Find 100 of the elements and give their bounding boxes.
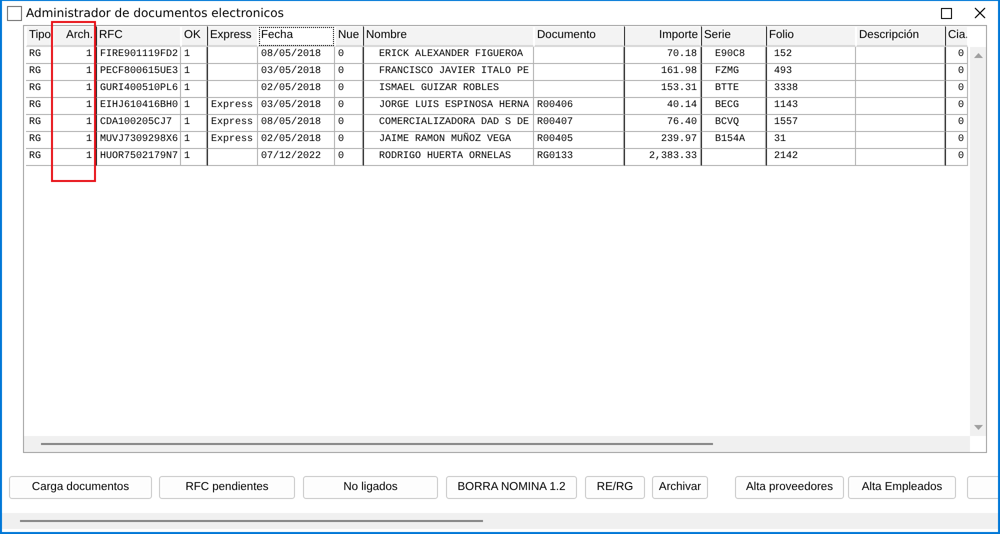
- table-cell: EIHJ610416BH0: [96, 98, 181, 115]
- column-header[interactable]: Arch.: [53, 26, 96, 47]
- table-cell: JORGE LUIS ESPINOSA HERNA: [363, 98, 534, 115]
- maximize-icon[interactable]: [941, 8, 952, 18]
- table-cell: 152: [766, 47, 856, 64]
- table-cell: 03/05/2018: [258, 98, 335, 115]
- table-cell: 0: [335, 115, 363, 132]
- window-title: Administrador de documentos electronicos: [26, 6, 284, 20]
- table-cell: R00407: [534, 115, 624, 132]
- table-cell: CDA100205CJ7: [96, 115, 181, 132]
- table-cell: Express: [207, 115, 258, 132]
- table-cell: B154A: [701, 132, 766, 149]
- column-header[interactable]: Descripción: [856, 26, 945, 47]
- table-cell: Express: [207, 98, 258, 115]
- table-cell: E90C8: [701, 47, 766, 64]
- column-header[interactable]: OK: [181, 26, 207, 47]
- table-cell: COMERCIALIZADORA DAD S DE: [363, 115, 534, 132]
- table-cell: 0: [945, 132, 968, 149]
- table-cell: 40.14: [624, 98, 701, 115]
- table-cell: FRANCISCO JAVIER ITALO PE: [363, 64, 534, 81]
- table-cell: 1: [181, 98, 207, 115]
- table-cell: RG0133: [534, 149, 624, 166]
- action-button[interactable]: Alta proveedores: [735, 476, 844, 498]
- column-header[interactable]: Folio: [766, 26, 856, 47]
- table-cell: BECG: [701, 98, 766, 115]
- column-header[interactable]: Nombre: [363, 26, 534, 47]
- horizontal-scrollbar[interactable]: [2, 513, 998, 529]
- action-button[interactable]: RE/RG: [585, 476, 645, 498]
- table-cell: 0: [335, 98, 363, 115]
- table-cell: ERICK ALEXANDER FIGUEROA: [363, 47, 534, 64]
- table-cell: 161.98: [624, 64, 701, 81]
- table-cell: 08/05/2018: [258, 115, 335, 132]
- table-cell: 2142: [766, 149, 856, 166]
- column-header[interactable]: RFC: [96, 26, 181, 47]
- table-cell: 1: [181, 115, 207, 132]
- table-cell: 493: [766, 64, 856, 81]
- horizontal-scrollbar[interactable]: [24, 436, 970, 452]
- action-button[interactable]: [967, 476, 998, 498]
- table-cell: 1143: [766, 98, 856, 115]
- table-cell: R00406: [534, 98, 624, 115]
- table-cell: 1: [181, 81, 207, 98]
- table-cell: RG: [26, 132, 53, 149]
- column-header[interactable]: Serie: [701, 26, 766, 47]
- scroll-down-icon[interactable]: [974, 425, 982, 430]
- table-cell: 1: [53, 98, 96, 115]
- close-icon[interactable]: [974, 7, 986, 19]
- column-header[interactable]: Nue: [335, 26, 363, 47]
- vertical-scrollbar[interactable]: [970, 47, 986, 436]
- table-cell: HUOR7502179N7: [96, 149, 181, 166]
- column-header[interactable]: Documento: [534, 26, 624, 47]
- window-icon: [7, 6, 22, 20]
- table-cell: 07/12/2022: [258, 149, 335, 166]
- table-cell: GURI400510PL6: [96, 81, 181, 98]
- table-cell: 1: [53, 115, 96, 132]
- scrollbar-thumb[interactable]: [20, 520, 483, 522]
- table-cell: 0: [335, 149, 363, 166]
- table-cell: RODRIGO HUERTA ORNELAS: [363, 149, 534, 166]
- table-cell: 0: [335, 81, 363, 98]
- action-button[interactable]: RFC pendientes: [159, 476, 295, 498]
- column-header[interactable]: Fecha: [258, 26, 335, 47]
- table-cell: 1: [181, 132, 207, 149]
- table-cell: R00405: [534, 132, 624, 149]
- table-cell: 1: [53, 132, 96, 149]
- table-cell: 31: [766, 132, 856, 149]
- table-cell: 3338: [766, 81, 856, 98]
- table-cell: 0: [945, 81, 968, 98]
- table-cell: 1: [53, 81, 96, 98]
- table-cell: RG: [26, 98, 53, 115]
- action-button[interactable]: Carga documentos: [9, 476, 152, 498]
- action-button[interactable]: Alta Empleados: [848, 476, 956, 498]
- table-cell: 1: [181, 47, 207, 64]
- scroll-up-icon[interactable]: [974, 53, 982, 58]
- table-cell: Express: [207, 132, 258, 149]
- scrollbar-thumb[interactable]: [41, 443, 713, 445]
- table-cell: 0: [945, 47, 968, 64]
- table-cell: RG: [26, 149, 53, 166]
- table-cell: 0: [335, 47, 363, 64]
- table-cell: 0: [945, 64, 968, 81]
- table-cell: 0: [945, 98, 968, 115]
- table-cell: 02/05/2018: [258, 81, 335, 98]
- table-cell: RG: [26, 81, 53, 98]
- action-button[interactable]: No ligados: [303, 476, 438, 498]
- action-button[interactable]: Archivar: [652, 476, 708, 498]
- table-cell: FIRE901119FD2: [96, 47, 181, 64]
- table-cell: RG: [26, 47, 53, 64]
- table-cell: 239.97: [624, 132, 701, 149]
- column-header[interactable]: Express: [207, 26, 258, 47]
- column-header[interactable]: Importe: [624, 26, 701, 47]
- table-cell: FZMG: [701, 64, 766, 81]
- table-cell: 0: [945, 149, 968, 166]
- table-cell: 08/05/2018: [258, 47, 335, 64]
- table-cell: 1557: [766, 115, 856, 132]
- table-cell: ISMAEL GUIZAR ROBLES: [363, 81, 534, 98]
- action-button[interactable]: BORRA NOMINA 1.2: [446, 476, 577, 498]
- table-cell: BCVQ: [701, 115, 766, 132]
- table-cell: PECF800615UE3: [96, 64, 181, 81]
- table-cell: 76.40: [624, 115, 701, 132]
- table-cell: MUVJ7309298X6: [96, 132, 181, 149]
- column-header[interactable]: Tipo: [26, 26, 53, 47]
- table-cell: 1: [53, 64, 96, 81]
